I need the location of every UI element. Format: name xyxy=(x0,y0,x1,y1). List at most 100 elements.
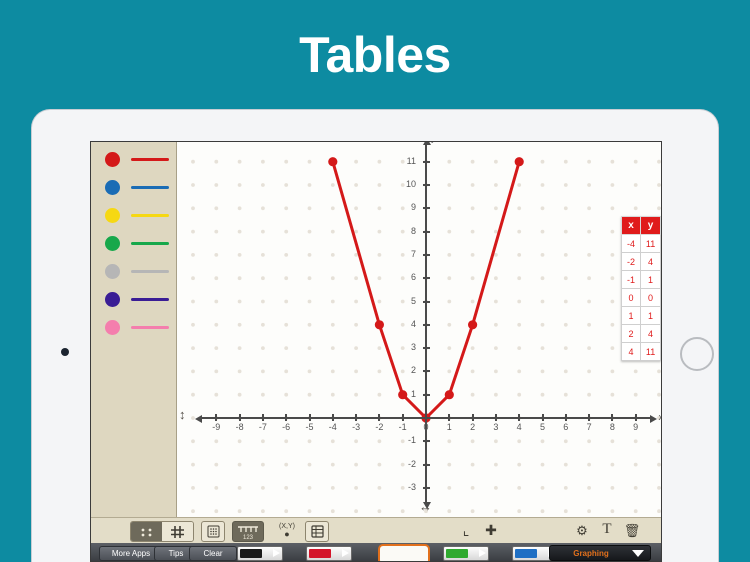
dots-grid-glyph xyxy=(141,528,151,536)
palette-dot-blue[interactable] xyxy=(105,180,120,195)
palette-row-yellow[interactable] xyxy=(99,206,171,224)
palette-row-red[interactable] xyxy=(99,150,171,168)
x-tick xyxy=(634,414,637,421)
y-tick-label: 8 xyxy=(410,225,416,236)
y-tick xyxy=(423,323,430,326)
palette-dot-yellow[interactable] xyxy=(105,208,120,223)
pen-tip xyxy=(273,549,280,557)
palette-line-green[interactable] xyxy=(131,242,169,245)
y-tick-label: -1 xyxy=(407,435,416,446)
x-tick xyxy=(285,414,288,421)
screenshot-root: Tables -9 -8 -7 -6 -5 -4 -3 -2 -1 0 1 2 3 4 5 6 7 8 9 -3 -2-… xyxy=(0,0,750,562)
table-cell: 2 xyxy=(620,324,642,343)
device-button-clear[interactable]: Clear xyxy=(189,546,237,561)
y-tick xyxy=(423,230,430,233)
x-tick-label: -1 xyxy=(398,422,407,432)
camera-icon xyxy=(61,348,69,356)
palette-row-purple[interactable] xyxy=(99,290,171,308)
dots-grid-icon[interactable] xyxy=(131,522,162,541)
table-cell: 1 xyxy=(640,270,661,289)
y-tick xyxy=(423,184,430,186)
x-tick-label: 1 xyxy=(446,422,452,432)
number-line-icon[interactable]: 123 xyxy=(232,521,264,542)
palette-dot-green[interactable] xyxy=(105,236,120,251)
pen-ink xyxy=(515,549,537,558)
x-tick-label: -7 xyxy=(258,422,267,432)
x-tick xyxy=(588,414,591,421)
table-glyph xyxy=(310,525,324,538)
palette-dot-pink[interactable] xyxy=(105,320,120,335)
x-tick-label: -5 xyxy=(305,422,314,432)
graph-canvas[interactable]: -9 -8 -7 -6 -5 -4 -3 -2 -1 0 1 2 3 4 5 6 7 8 9 -3 -2 -1 1 2 3 4 5 6… xyxy=(177,142,661,517)
x-tick-label: 3 xyxy=(493,422,499,432)
table-row: 24 xyxy=(620,324,661,343)
tool-black-pen[interactable] xyxy=(237,546,283,561)
palette-row-blue[interactable] xyxy=(99,178,171,196)
table-cell: 11 xyxy=(640,342,661,361)
y-pan-handle[interactable]: ↕ xyxy=(179,408,186,421)
palette-line-yellow[interactable] xyxy=(131,214,169,217)
x-tick xyxy=(308,414,311,421)
palette-line-red[interactable] xyxy=(131,158,169,161)
square-grid-icon[interactable] xyxy=(162,522,193,541)
y-tick-label: 1 xyxy=(410,388,416,399)
palette-line-blue[interactable] xyxy=(131,186,169,189)
table-row: 00 xyxy=(620,288,661,307)
y-tick xyxy=(423,160,430,163)
x-tick-label: -3 xyxy=(352,422,361,432)
palette-line-gray[interactable] xyxy=(131,270,169,273)
y-tick-label: 7 xyxy=(410,248,416,259)
y-tick-label: 9 xyxy=(410,202,416,213)
x-tick xyxy=(238,414,241,421)
axes-icon[interactable]: ⌞ xyxy=(456,521,476,540)
move-icon[interactable]: ✚ xyxy=(481,521,501,540)
palette-line-pink[interactable] xyxy=(131,326,169,329)
table-row: -4 11 xyxy=(620,234,661,253)
palette-row-gray[interactable] xyxy=(99,262,171,280)
dot-paper-icon[interactable] xyxy=(201,521,225,542)
y-tick-label: 4 xyxy=(410,318,416,329)
text-icon[interactable]: T xyxy=(597,520,617,539)
app-toolbar: 123 (X,Y) ● ⌞ ✚ ⚙ T 🗑 xyxy=(91,517,661,544)
tool-green-pen[interactable] xyxy=(443,546,489,561)
x-tick-label: 9 xyxy=(633,422,639,432)
home-button[interactable] xyxy=(680,337,714,371)
x-tick xyxy=(355,414,358,421)
tool-eraser[interactable] xyxy=(378,544,430,561)
x-tick-label: 2 xyxy=(470,422,476,432)
palette-row-pink[interactable] xyxy=(99,318,171,336)
palette-dot-gray[interactable] xyxy=(105,264,120,279)
x-tick-label: 7 xyxy=(586,422,592,432)
x-tick xyxy=(494,414,497,421)
palette-dot-purple[interactable] xyxy=(105,292,120,307)
mode-dropdown[interactable]: Graphing xyxy=(549,545,651,561)
pen-ink xyxy=(240,549,262,558)
y-tick-label: 10 xyxy=(405,179,416,189)
y-axis-label: y xyxy=(431,142,436,143)
table-cell: 4 xyxy=(640,252,661,271)
y-tick xyxy=(423,207,430,210)
gear-icon[interactable]: ⚙ xyxy=(572,521,592,540)
x-pan-handle[interactable]: ↔ xyxy=(419,500,432,513)
coordinate-point-icon[interactable]: (X,Y) ● xyxy=(272,521,302,540)
x-tick-label: 0 xyxy=(423,422,429,432)
y-tick xyxy=(423,440,430,443)
x-tick-label: -6 xyxy=(282,422,291,432)
palette-dot-red[interactable] xyxy=(105,152,120,167)
app-screen: -9 -8 -7 -6 -5 -4 -3 -2 -1 0 1 2 3 4 5 6 7 8 9 -3 -2 -1 1 2 3 4 5 6… xyxy=(91,142,661,561)
grid-view-toggle[interactable] xyxy=(130,521,194,542)
trash-icon[interactable]: 🗑 xyxy=(622,521,642,540)
table-cell: 11 xyxy=(640,234,661,253)
tool-red-pen[interactable] xyxy=(306,546,352,561)
number-line-label: 123 xyxy=(243,535,254,540)
table-icon[interactable] xyxy=(305,521,329,542)
device-bottom-bar: More Apps Tips Clear Graphing xyxy=(91,543,661,561)
page-title: Tables xyxy=(299,27,451,83)
y-tick xyxy=(423,277,430,280)
y-tick-label: 11 xyxy=(406,155,416,166)
palette-row-green[interactable] xyxy=(99,234,171,252)
palette-line-purple[interactable] xyxy=(131,298,169,301)
x-tick xyxy=(471,414,474,421)
y-tick xyxy=(423,370,430,373)
table-cell: -4 xyxy=(620,234,642,253)
